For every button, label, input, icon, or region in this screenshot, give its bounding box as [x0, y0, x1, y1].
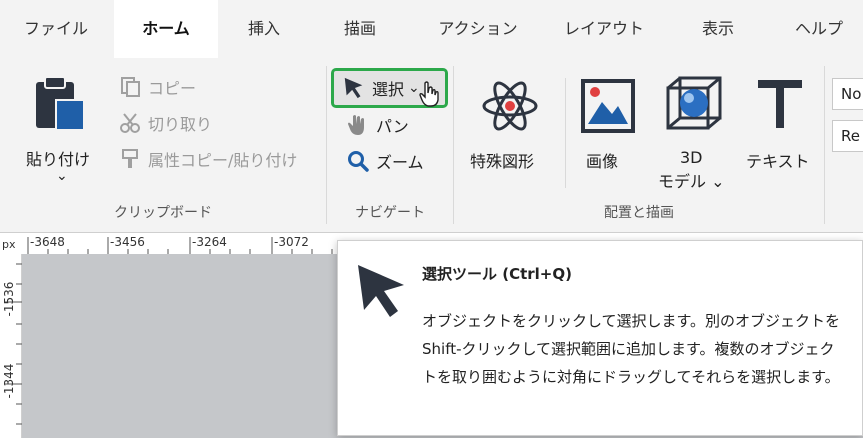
hand-cursor-icon — [418, 80, 440, 112]
tab-insert[interactable]: 挿入 — [232, 0, 296, 58]
cut-button[interactable]: 切り取り — [118, 110, 212, 136]
ruler-unit: px — [2, 238, 16, 251]
paste-button[interactable]: 貼り付け ⌄ — [18, 70, 104, 190]
3d-model-button[interactable]: 3D モデル ⌄ — [652, 72, 732, 192]
atom-icon — [480, 76, 540, 140]
divider — [453, 66, 454, 224]
select-tool-tooltip: 選択ツール (Ctrl+Q) オブジェクトをクリックして選択します。別のオブジェ… — [337, 240, 863, 436]
ruler-tick-label: -1344 — [2, 363, 16, 399]
copy-button[interactable]: コピー — [118, 74, 196, 100]
tab-view[interactable]: 表示 — [686, 0, 750, 58]
select-label: 選択 — [372, 80, 405, 99]
clipboard-icon — [30, 74, 88, 136]
group-label-clipboard: クリップボード — [114, 205, 212, 221]
tab-file[interactable]: ファイル — [14, 0, 98, 58]
format-painter-button[interactable]: 属性コピー/貼り付け — [118, 146, 297, 172]
divider — [824, 66, 825, 224]
tab-draw[interactable]: 描画 — [328, 0, 392, 58]
3d-model-label-line1: 3D — [680, 148, 703, 167]
arrow-pointer-icon — [342, 76, 366, 100]
group-label-insert: 配置と描画 — [604, 205, 674, 221]
image-label: 画像 — [586, 152, 619, 171]
style-field[interactable]: Re — [832, 120, 863, 152]
divider — [565, 78, 566, 188]
ribbon-tabbar: ファイル ホーム 挿入 描画 アクション レイアウト 表示 ヘルプ — [0, 0, 863, 58]
cut-label: 切り取り — [148, 115, 213, 134]
special-shapes-label: 特殊図形 — [470, 152, 535, 171]
tab-home[interactable]: ホーム — [114, 0, 218, 58]
chevron-down-icon: ⌄ — [56, 168, 68, 184]
format-painter-label: 属性コピー/貼り付け — [148, 151, 298, 170]
image-button[interactable]: 画像 — [572, 72, 644, 182]
zoom-label: ズーム — [376, 153, 424, 172]
ruler-tick-label: -3456 — [110, 235, 145, 249]
ruler-tick-label: -3072 — [274, 235, 309, 249]
ribbon: 貼り付け ⌄ コピー 切り取り 属性コピー/貼り付け クリップボード 選択 ⌄ — [0, 58, 863, 230]
text-button[interactable]: テキスト — [742, 72, 818, 182]
copy-label: コピー — [148, 79, 197, 98]
tab-help[interactable]: ヘルプ — [784, 0, 854, 58]
text-label: テキスト — [746, 152, 810, 171]
magnifier-icon — [346, 149, 370, 173]
pan-label: パン — [376, 117, 409, 136]
pan-button[interactable]: パン — [346, 112, 409, 138]
3d-model-label-line2: モデル ⌄ — [658, 172, 725, 191]
paste-label: 貼り付け — [26, 150, 91, 169]
divider — [326, 66, 327, 224]
paintbrush-icon — [118, 147, 142, 171]
hand-icon — [346, 113, 370, 137]
ruler-tick-label: -3264 — [192, 235, 227, 249]
tooltip-title: 選択ツール (Ctrl+Q) — [422, 265, 572, 283]
copy-icon — [118, 75, 142, 99]
zoom-button[interactable]: ズーム — [346, 148, 424, 174]
scissors-icon — [118, 111, 142, 135]
tab-layout[interactable]: レイアウト — [556, 0, 652, 58]
font-name-field[interactable]: No — [832, 78, 863, 110]
text-t-icon — [752, 76, 808, 136]
tab-action[interactable]: アクション — [428, 0, 528, 58]
3d-cube-icon — [664, 74, 724, 138]
vertical-ruler: -1536 -1344 — [0, 254, 22, 438]
group-label-navigate: ナビゲート — [355, 205, 425, 221]
special-shapes-button[interactable]: 特殊図形 — [462, 72, 558, 182]
ruler-tick-label: -1536 — [2, 281, 16, 317]
arrow-pointer-icon — [354, 263, 410, 323]
ruler-tick-label: -3648 — [30, 235, 65, 249]
image-icon — [580, 78, 636, 138]
tooltip-body: オブジェクトをクリックして選択します。別のオブジェクトを Shift-クリックし… — [422, 312, 841, 386]
